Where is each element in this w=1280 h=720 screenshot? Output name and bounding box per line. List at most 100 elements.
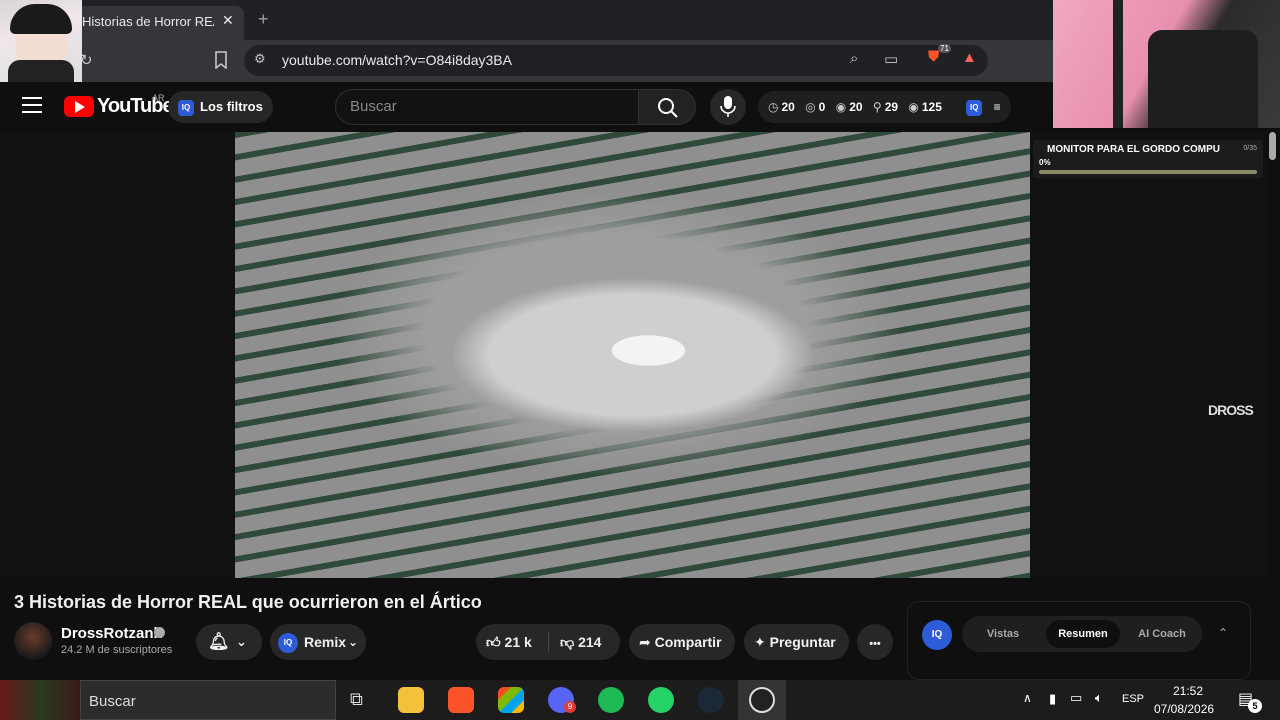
chevron-down-icon: ⌄ bbox=[236, 634, 247, 649]
clock-date[interactable]: 07/08/2026 bbox=[1154, 702, 1214, 716]
whatsapp-icon[interactable] bbox=[648, 687, 674, 713]
notification-count: 5 bbox=[1248, 699, 1262, 713]
remix-button[interactable]: IQ Remix ⌄ bbox=[270, 624, 366, 660]
goal-percent: 0% bbox=[1039, 158, 1051, 167]
iq-icon: IQ bbox=[178, 99, 194, 116]
language-indicator[interactable]: ESP bbox=[1122, 693, 1144, 705]
youtube-header: YouTube AR IQLos filtros ◷20 ◎0 ◉20 ⚲29 … bbox=[0, 82, 1053, 132]
notifications-button[interactable]: 🔔︎ ⌄ bbox=[196, 624, 262, 660]
remix-label: Remix bbox=[304, 634, 347, 650]
share-button[interactable]: ➦ Compartir bbox=[629, 624, 735, 660]
divider bbox=[548, 632, 549, 652]
task-view-icon[interactable]: ⧉ bbox=[350, 689, 363, 710]
like-count: 21 k bbox=[504, 634, 532, 650]
chevron-down-icon[interactable]: ⌄ bbox=[348, 624, 358, 660]
tab-close-icon[interactable]: ✕ bbox=[222, 12, 234, 29]
volume-icon[interactable]: 🔈︎ bbox=[1095, 690, 1103, 706]
clock-icon: ◷ bbox=[768, 100, 779, 114]
spotify-icon[interactable] bbox=[598, 687, 624, 713]
youtube-logo-icon[interactable] bbox=[64, 96, 94, 117]
stat-value: 29 bbox=[884, 100, 899, 114]
obs-taskbar-item[interactable] bbox=[738, 680, 786, 720]
shield-count-badge: 71 bbox=[938, 44, 951, 53]
like-dislike-group: 👍︎ 21 k 👎︎ 214 bbox=[476, 624, 620, 660]
person-icon: ⚲ bbox=[872, 100, 882, 114]
search-input[interactable] bbox=[350, 98, 620, 115]
more-actions-button[interactable]: ••• bbox=[857, 624, 893, 660]
country-code: AR bbox=[152, 93, 165, 103]
voice-search-button[interactable] bbox=[710, 89, 746, 125]
share-icon: ➦ bbox=[639, 634, 651, 650]
verified-icon bbox=[154, 627, 165, 638]
hamburger-menu-icon[interactable] bbox=[22, 97, 42, 113]
chevron-up-icon[interactable]: ⌃ bbox=[1218, 626, 1228, 640]
donation-goal-overlay: MONITOR PARA EL GORDO COMPU 0/35 0% bbox=[1033, 140, 1263, 178]
thumbs-up-icon: 👍︎ bbox=[486, 634, 501, 650]
filters-button[interactable]: IQ Los filtros bbox=[168, 91, 273, 123]
channel-avatar[interactable] bbox=[14, 622, 52, 660]
queue-icon[interactable]: ≡ bbox=[994, 100, 1001, 114]
steam-icon[interactable] bbox=[698, 687, 724, 713]
search-box[interactable] bbox=[335, 89, 639, 125]
network-icon[interactable]: ▭ bbox=[1070, 690, 1082, 706]
iq-tab-group: Vistas Resumen AI Coach bbox=[962, 616, 1202, 652]
tab-title: Historias de Horror REAL bbox=[82, 14, 214, 29]
tray-chevron-up-icon[interactable]: ∧ bbox=[1023, 691, 1032, 705]
iq-logo-icon[interactable]: IQ bbox=[922, 620, 952, 650]
webcam-overlay-right bbox=[1053, 0, 1280, 128]
brave-browser-icon[interactable] bbox=[448, 687, 474, 713]
channel-name[interactable]: DrossRotzank bbox=[61, 625, 162, 642]
taskbar-search[interactable]: Buscar bbox=[80, 680, 336, 720]
eye-icon: ◉ bbox=[835, 100, 847, 114]
discord-badge: 9 bbox=[564, 701, 576, 713]
address-bar[interactable]: ⚙ youtube.com/watch?v=O84i8day3BA ⌕ ▭ ⛊ … bbox=[244, 44, 988, 76]
search-icon bbox=[658, 98, 678, 118]
dislike-button[interactable]: 👎︎ 214 bbox=[560, 624, 601, 660]
webcam-overlay-left bbox=[0, 0, 82, 82]
dislike-count: 214 bbox=[578, 634, 602, 650]
microphone-icon bbox=[720, 96, 736, 117]
video-player-area bbox=[0, 132, 1266, 578]
iq-icon: IQ bbox=[278, 633, 298, 654]
bell-icon: 🔔︎ bbox=[208, 632, 230, 651]
eye-off-icon: ◎ bbox=[805, 100, 816, 114]
discord-icon[interactable]: 9 bbox=[548, 687, 576, 713]
channel-watermark: DROSS bbox=[1208, 402, 1254, 418]
scrollbar-thumb[interactable] bbox=[1269, 132, 1276, 160]
file-explorer-icon[interactable] bbox=[398, 687, 424, 713]
ask-button[interactable]: ✦ Preguntar bbox=[744, 624, 849, 660]
taskbar-thumbnail[interactable] bbox=[0, 680, 80, 720]
sparkle-icon: ✦ bbox=[754, 634, 766, 650]
iq-icon[interactable]: IQ bbox=[966, 99, 983, 116]
tab-vistas[interactable]: Vistas bbox=[968, 620, 1038, 648]
browser-tab[interactable]: Historias de Horror REAL ✕ bbox=[74, 6, 244, 40]
url-text[interactable]: youtube.com/watch?v=O84i8day3BA bbox=[282, 52, 512, 68]
rewards-icon[interactable]: ▲ bbox=[962, 49, 977, 66]
eye-icon: ◉ bbox=[908, 100, 919, 114]
microsoft-store-icon[interactable] bbox=[498, 687, 524, 713]
stat-value: 125 bbox=[921, 100, 942, 114]
new-tab-button[interactable]: + bbox=[258, 9, 269, 30]
goal-progress-bar bbox=[1039, 170, 1257, 174]
page-scrollbar[interactable] bbox=[1266, 132, 1280, 680]
like-button[interactable]: 👍︎ 21 k bbox=[486, 624, 532, 660]
taskbar-search-label: Buscar bbox=[89, 693, 136, 710]
stats-bar: ◷ 20 ◎ 0 ◉ 20 ⚲ 29 ◉ 125 IQ ≡ bbox=[758, 91, 1011, 123]
subscriber-count: 24.2 M de suscriptores bbox=[61, 644, 173, 656]
stat-value: 20 bbox=[849, 100, 863, 114]
site-info-icon[interactable]: ⚙ bbox=[254, 51, 266, 67]
cast-icon[interactable]: ▭ bbox=[884, 50, 898, 68]
clock-time[interactable]: 21:52 bbox=[1158, 684, 1218, 698]
search-button[interactable] bbox=[638, 89, 696, 125]
zoom-icon[interactable]: ⌕ bbox=[850, 50, 858, 67]
video-title: 3 Historias de Horror REAL que ocurriero… bbox=[14, 592, 482, 612]
battery-icon[interactable]: ▮ bbox=[1049, 691, 1056, 707]
video-player[interactable] bbox=[235, 132, 1030, 578]
tab-resumen[interactable]: Resumen bbox=[1046, 620, 1120, 648]
goal-title: MONITOR PARA EL GORDO COMPU bbox=[1047, 144, 1220, 155]
ask-label: Preguntar bbox=[769, 634, 836, 650]
bookmark-icon[interactable] bbox=[214, 51, 228, 69]
browser-toolbar: ↻ ⚙ youtube.com/watch?v=O84i8day3BA ⌕ ▭ … bbox=[0, 40, 1053, 82]
tab-ai-coach[interactable]: AI Coach bbox=[1126, 620, 1198, 648]
thumbs-down-icon: 👎︎ bbox=[560, 634, 575, 650]
